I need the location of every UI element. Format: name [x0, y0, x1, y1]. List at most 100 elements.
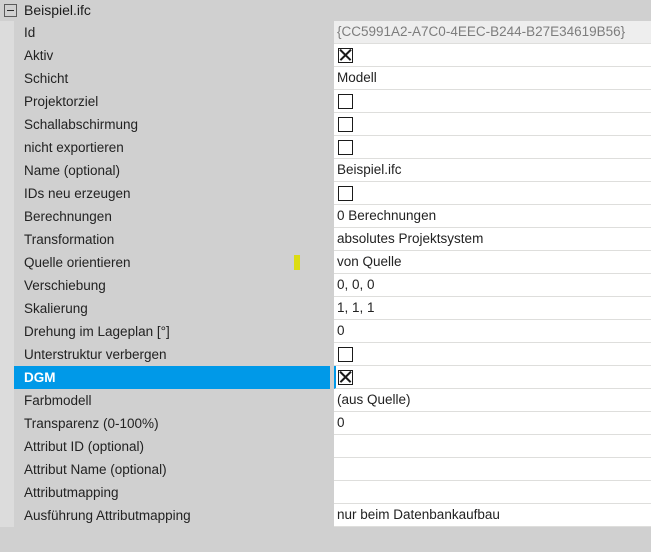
property-label-cell[interactable]: Drehung im Lageplan [°]: [14, 320, 330, 343]
property-label-cell[interactable]: Transparenz (0-100%): [14, 412, 330, 435]
property-label-cell[interactable]: Projektorziel: [14, 90, 330, 113]
property-label: Schicht: [24, 72, 68, 86]
table-row[interactable]: Berechnungen0 Berechnungen: [0, 205, 651, 228]
table-row[interactable]: Attribut ID (optional): [0, 435, 651, 458]
property-checkbox-cell[interactable]: [334, 182, 651, 205]
table-row[interactable]: Unterstruktur verbergen: [0, 343, 651, 366]
property-label-cell[interactable]: Skalierung: [14, 297, 330, 320]
property-checkbox-cell[interactable]: [334, 90, 651, 113]
row-gutter: [0, 136, 14, 159]
property-label-cell[interactable]: Attribut ID (optional): [14, 435, 330, 458]
property-value-cell[interactable]: absolutes Projektsystem: [334, 228, 651, 251]
table-row[interactable]: Projektorziel: [0, 90, 651, 113]
table-row[interactable]: Quelle orientierenvon Quelle: [0, 251, 651, 274]
table-row[interactable]: Farbmodell (aus Quelle): [0, 389, 651, 412]
checkbox-unchecked-icon[interactable]: [338, 186, 353, 201]
property-label: Farbmodell: [24, 394, 92, 408]
checkbox-unchecked-icon[interactable]: [338, 347, 353, 362]
property-value-cell[interactable]: Beispiel.ifc: [334, 159, 651, 182]
property-label-cell[interactable]: Aktiv: [14, 44, 330, 67]
property-label-cell[interactable]: Ausführung Attributmapping: [14, 504, 330, 527]
property-value-cell[interactable]: 0: [334, 320, 651, 343]
table-row[interactable]: Aktiv: [0, 44, 651, 67]
table-row[interactable]: DGM: [0, 366, 651, 389]
property-checkbox-cell[interactable]: [334, 343, 651, 366]
property-checkbox-cell[interactable]: [334, 366, 651, 389]
table-row[interactable]: Name (optional)Beispiel.ifc: [0, 159, 651, 182]
property-label-cell[interactable]: Quelle orientieren: [14, 251, 330, 274]
property-checkbox-cell[interactable]: [334, 136, 651, 159]
property-value-cell[interactable]: 0: [334, 412, 651, 435]
property-value-cell[interactable]: [334, 481, 651, 504]
property-label-cell[interactable]: IDs neu erzeugen: [14, 182, 330, 205]
property-value-cell[interactable]: 0, 0, 0: [334, 274, 651, 297]
table-row[interactable]: Drehung im Lageplan [°] 0: [0, 320, 651, 343]
property-label: Attribut Name (optional): [24, 463, 167, 477]
property-value-cell[interactable]: 0 Berechnungen: [334, 205, 651, 228]
table-row[interactable]: Skalierung1, 1, 1: [0, 297, 651, 320]
property-label-cell[interactable]: Unterstruktur verbergen: [14, 343, 330, 366]
property-label: Attribut ID (optional): [24, 440, 144, 454]
checkbox-unchecked-icon[interactable]: [338, 140, 353, 155]
table-row[interactable]: Transformation absolutes Projektsystem: [0, 228, 651, 251]
checkbox-unchecked-icon[interactable]: [338, 94, 353, 109]
property-panel: Beispiel.ifc Id {CC5991A2-A7C0-4EEC-B244-…: [0, 0, 651, 552]
table-row[interactable]: Id {CC5991A2-A7C0-4EEC-B244-B27E34619B56}: [0, 21, 651, 44]
yellow-marker-icon: [294, 255, 300, 270]
row-gutter: [0, 67, 14, 90]
table-row[interactable]: Schicht Modell: [0, 67, 651, 90]
minus-box-icon[interactable]: [4, 4, 17, 17]
property-label: Projektorziel: [24, 95, 98, 109]
property-label: Attributmapping: [24, 486, 119, 500]
row-gutter: [0, 366, 14, 389]
property-label-cell[interactable]: Berechnungen: [14, 205, 330, 228]
table-row[interactable]: Ausführung Attributmapping nur beim Daten…: [0, 504, 651, 527]
property-label: Ausführung Attributmapping: [24, 509, 191, 523]
table-row[interactable]: Attributmapping: [0, 481, 651, 504]
property-value-cell[interactable]: nur beim Datenbankaufbau: [334, 504, 651, 527]
property-value-cell[interactable]: von Quelle: [334, 251, 651, 274]
row-gutter: [0, 113, 14, 136]
row-gutter: [0, 389, 14, 412]
property-label-cell[interactable]: Name (optional): [14, 159, 330, 182]
property-label-cell[interactable]: Id: [14, 21, 330, 44]
property-label-cell[interactable]: nicht exportieren: [14, 136, 330, 159]
table-row[interactable]: nicht exportieren: [0, 136, 651, 159]
property-label: Schallabschirmung: [24, 118, 138, 132]
property-value-cell[interactable]: (aus Quelle): [334, 389, 651, 412]
checkbox-unchecked-icon[interactable]: [338, 117, 353, 132]
checkbox-checked-icon[interactable]: [338, 370, 353, 385]
property-checkbox-cell[interactable]: [334, 113, 651, 136]
tree-root-node[interactable]: Beispiel.ifc: [0, 0, 651, 21]
property-label-cell[interactable]: Schicht: [14, 67, 330, 90]
table-row[interactable]: Transparenz (0-100%)0: [0, 412, 651, 435]
property-value-cell[interactable]: 1, 1, 1: [334, 297, 651, 320]
property-value: nur beim Datenbankaufbau: [337, 508, 500, 522]
table-row[interactable]: Verschiebung 0, 0, 0: [0, 274, 651, 297]
property-label: DGM: [24, 371, 56, 385]
row-gutter: [0, 182, 14, 205]
table-row[interactable]: IDs neu erzeugen: [0, 182, 651, 205]
table-row[interactable]: Attribut Name (optional): [0, 458, 651, 481]
property-label-cell[interactable]: DGM: [14, 366, 330, 389]
property-label: Transformation: [24, 233, 114, 247]
property-label: Verschiebung: [24, 279, 106, 293]
table-row[interactable]: Schallabschirmung: [0, 113, 651, 136]
checkbox-checked-icon[interactable]: [338, 48, 353, 63]
property-checkbox-cell[interactable]: [334, 44, 651, 67]
property-value-cell[interactable]: [334, 435, 651, 458]
property-value-cell[interactable]: Modell: [334, 67, 651, 90]
page-title: Beispiel.ifc: [24, 0, 91, 21]
property-label-cell[interactable]: Attribut Name (optional): [14, 458, 330, 481]
property-value-cell[interactable]: [334, 458, 651, 481]
row-gutter: [0, 44, 14, 67]
property-label: Unterstruktur verbergen: [24, 348, 167, 362]
property-label-cell[interactable]: Attributmapping: [14, 481, 330, 504]
property-value: {CC5991A2-A7C0-4EEC-B244-B27E34619B56}: [337, 25, 625, 39]
property-label-cell[interactable]: Transformation: [14, 228, 330, 251]
property-value-cell: {CC5991A2-A7C0-4EEC-B244-B27E34619B56}: [334, 21, 651, 44]
property-label-cell[interactable]: Farbmodell: [14, 389, 330, 412]
property-label-cell[interactable]: Verschiebung: [14, 274, 330, 297]
property-label-cell[interactable]: Schallabschirmung: [14, 113, 330, 136]
property-value: 0: [337, 324, 345, 338]
